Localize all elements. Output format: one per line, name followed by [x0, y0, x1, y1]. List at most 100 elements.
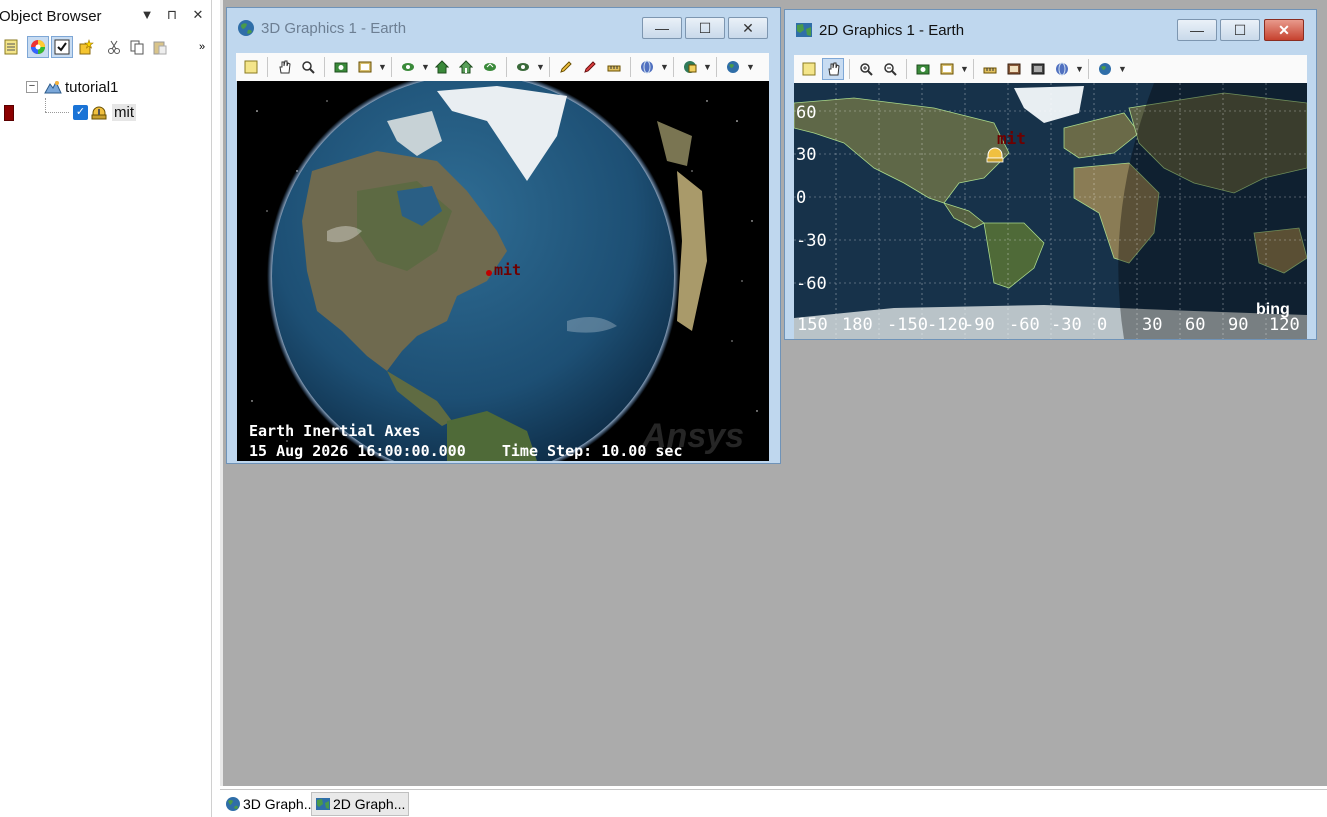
close-panel-button[interactable]: ✕: [189, 7, 207, 23]
2d-window-toolbar: ▼ ▼ ▼: [794, 55, 1307, 83]
toolbar-overflow-icon[interactable]: »: [194, 36, 210, 58]
minimize-button[interactable]: —: [642, 17, 682, 39]
paste-icon[interactable]: [149, 36, 171, 58]
record-movie-icon[interactable]: [354, 56, 376, 78]
2d-facility-label: mit: [997, 129, 1026, 148]
mdi-workspace: 3D Graphics 1 - Earth — ☐ ✕ ▼ ▼ ▼ ▼ ▼ ▼ …: [220, 0, 1327, 786]
checkbox-toggle-icon[interactable]: [51, 36, 73, 58]
lon-label-2: 180: [842, 315, 873, 335]
tree-item-scenario[interactable]: − tutorial1: [26, 76, 118, 98]
facility-icon: [90, 104, 108, 120]
copy-icon[interactable]: [126, 36, 148, 58]
lon-label-3: -150: [887, 315, 928, 335]
snapshot-icon[interactable]: [912, 58, 934, 80]
zoom-in-icon[interactable]: [855, 58, 877, 80]
facility-marker-2d[interactable]: [986, 147, 1004, 163]
facility-label: mit: [112, 103, 136, 121]
object-browser-panel: Object Browser ▼ ⊓ ✕ » − tutorial1 ✓ mit: [0, 0, 212, 817]
close-window-button[interactable]: ✕: [728, 17, 768, 39]
visibility-checkbox[interactable]: ✓: [73, 104, 88, 120]
globe-layers-icon[interactable]: [679, 56, 701, 78]
tab-3d-graphics[interactable]: 3D Graph...: [222, 792, 319, 816]
properties-icon[interactable]: [240, 56, 262, 78]
central-body-icon[interactable]: [1094, 58, 1116, 80]
maximize-button[interactable]: ☐: [1220, 19, 1260, 41]
3d-graphics-window[interactable]: 3D Graphics 1 - Earth — ☐ ✕ ▼ ▼ ▼ ▼ ▼ ▼ …: [226, 7, 781, 464]
lon-label-5: -90: [964, 315, 995, 335]
pan-hand-icon[interactable]: [822, 58, 844, 80]
properties-icon[interactable]: [0, 36, 22, 58]
orient-view-icon[interactable]: [479, 56, 501, 78]
3d-facility-label: mit: [494, 261, 522, 279]
bing-logo: bing: [1256, 301, 1290, 318]
movie-timeline-icon[interactable]: [1027, 58, 1049, 80]
lon-label-11: 90: [1228, 315, 1249, 335]
map-icon: [315, 796, 331, 812]
window-tab-bar: 3D Graph... 2D Graph...: [220, 789, 1327, 817]
object-browser-title: Object Browser: [0, 8, 102, 25]
record-movie-icon[interactable]: [936, 58, 958, 80]
globe-icon: [237, 19, 255, 37]
globe-icon: [225, 796, 241, 812]
home-view-icon[interactable]: [431, 56, 453, 78]
view-options-icon[interactable]: [512, 56, 534, 78]
panel-menu-dropdown[interactable]: ▼: [138, 7, 156, 22]
home-view-alt-icon[interactable]: [455, 56, 477, 78]
zoom-icon[interactable]: [297, 56, 319, 78]
2d-map-view[interactable]: mit 60 30 0 -30 -60 150 180 -150 -120 -9…: [794, 83, 1307, 339]
snapshot-icon[interactable]: [330, 56, 352, 78]
lat-label-1: 60: [796, 103, 817, 123]
facility-color-swatch: [4, 102, 14, 124]
tab-2d-graphics[interactable]: 2D Graph...: [311, 792, 410, 816]
lat-label-4: -30: [796, 231, 827, 251]
lon-label-4: -120: [927, 315, 968, 335]
3d-window-toolbar: ▼ ▼ ▼ ▼ ▼ ▼: [236, 53, 769, 81]
lon-label-9: 30: [1142, 315, 1163, 335]
minimize-button[interactable]: —: [1177, 19, 1217, 41]
lon-label-1: 150: [797, 315, 828, 335]
scenario-icon: [44, 79, 62, 95]
lat-label-2: 30: [796, 145, 817, 165]
facility-marker[interactable]: [486, 270, 492, 276]
maximize-button[interactable]: ☐: [685, 17, 725, 39]
axes-label: Earth Inertial Axes: [249, 422, 421, 440]
ansys-watermark: Ansys: [642, 417, 745, 455]
tab-label: 2D Graph...: [333, 796, 406, 812]
marker-icon[interactable]: [579, 56, 601, 78]
color-wheel-icon[interactable]: [27, 36, 49, 58]
view-from-icon[interactable]: [397, 56, 419, 78]
2d-window-titlebar[interactable]: 2D Graphics 1 - Earth — ☐ ✕: [785, 10, 1316, 48]
object-browser-titlebar: Object Browser ▼ ⊓ ✕: [0, 4, 212, 30]
collapse-toggle[interactable]: −: [26, 81, 38, 93]
lon-label-10: 60: [1185, 315, 1206, 335]
time-readout: 15 Aug 2026 16:00:00.000 Time Step: 10.0…: [249, 442, 683, 460]
2d-graphics-window[interactable]: 2D Graphics 1 - Earth — ☐ ✕ ▼ ▼ ▼ mit 60…: [784, 9, 1317, 340]
globe-manager-icon[interactable]: [636, 56, 658, 78]
close-window-button[interactable]: ✕: [1264, 19, 1304, 41]
pan-hand-icon[interactable]: [273, 56, 295, 78]
object-browser-toolbar: »: [0, 36, 212, 60]
2d-world-map: [794, 83, 1307, 339]
zoom-out-icon[interactable]: [879, 58, 901, 80]
film-strip-icon[interactable]: [1003, 58, 1025, 80]
new-object-icon[interactable]: [75, 36, 97, 58]
2d-window-title: 2D Graphics 1 - Earth: [819, 22, 965, 39]
tree-item-facility[interactable]: ✓ mit: [73, 101, 136, 123]
lat-label-3: 0: [796, 188, 807, 208]
cut-icon[interactable]: [103, 36, 125, 58]
pin-icon[interactable]: ⊓: [163, 7, 181, 23]
lon-label-8: 0: [1097, 315, 1108, 335]
lon-label-6: -60: [1009, 315, 1040, 335]
globe-manager-icon[interactable]: [1051, 58, 1073, 80]
scenario-label: tutorial1: [65, 78, 119, 96]
measure-icon[interactable]: [603, 56, 625, 78]
properties-icon[interactable]: [798, 58, 820, 80]
pencil-icon[interactable]: [555, 56, 577, 78]
map-icon: [795, 21, 813, 39]
3d-window-titlebar[interactable]: 3D Graphics 1 - Earth — ☐ ✕: [227, 8, 780, 46]
central-body-icon[interactable]: [722, 56, 744, 78]
3d-window-title: 3D Graphics 1 - Earth: [261, 20, 407, 37]
3d-globe-view[interactable]: mit Earth Inertial Axes 15 Aug 2026 16:0…: [237, 81, 769, 461]
measure-icon[interactable]: [979, 58, 1001, 80]
lon-label-7: -30: [1051, 315, 1082, 335]
